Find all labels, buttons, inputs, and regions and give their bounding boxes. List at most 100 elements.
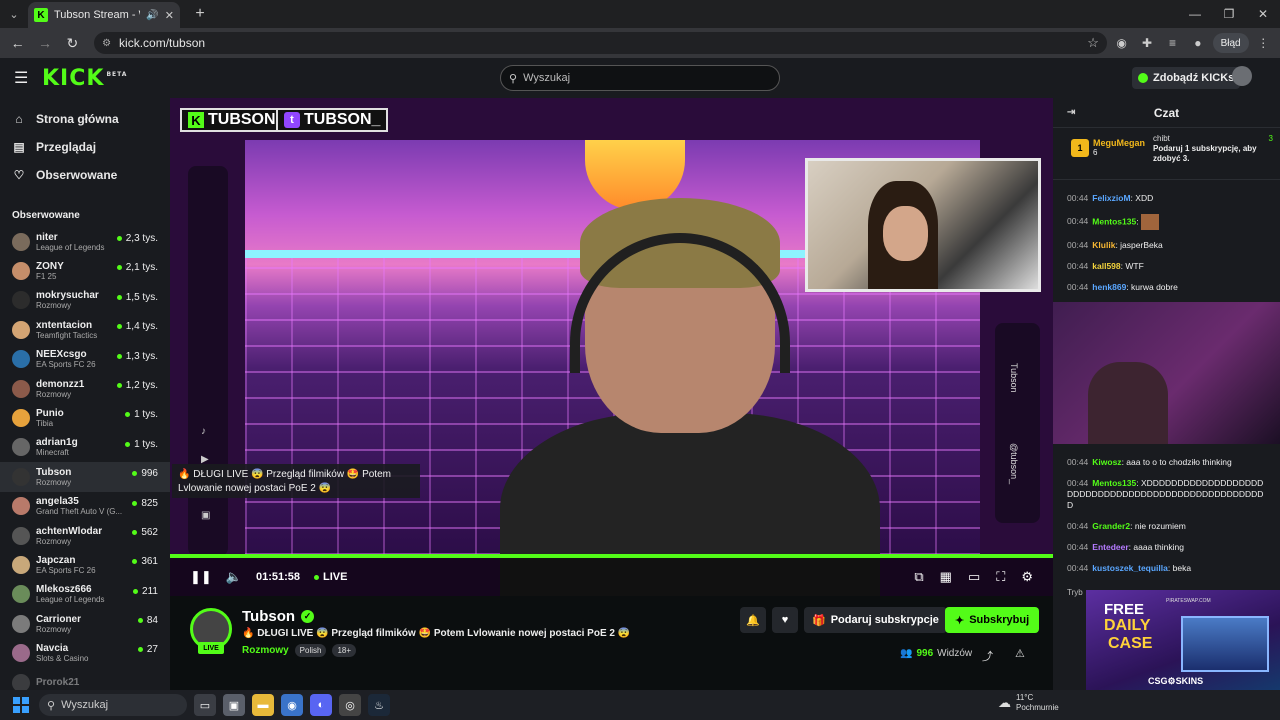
live-dot (132, 559, 138, 565)
subscribe-button[interactable]: ✦ Subskrybuj (945, 607, 1040, 633)
tag-pill[interactable]: 18+ (332, 644, 357, 657)
back-icon[interactable]: ← (6, 31, 29, 55)
new-tab-button[interactable]: + (188, 2, 212, 26)
get-kicks-button[interactable]: Zdobądź KICKs (1132, 67, 1241, 89)
settings-gear-icon[interactable]: ⚙ (1021, 569, 1033, 585)
message-user[interactable]: henk869 (1092, 282, 1126, 292)
sidebar-channel-navcia[interactable]: Navcia Slots & Casino 27 (0, 638, 170, 667)
live-dot (137, 618, 143, 624)
pause-icon[interactable]: ❚❚ (190, 569, 212, 585)
sidebar-channel-japczan[interactable]: Japczan EA Sports FC 26 361 (0, 550, 170, 579)
sidebar-item-browse[interactable]: ▤ Przeglądaj (0, 134, 170, 160)
follow-heart-icon[interactable]: ♥ (772, 607, 798, 633)
emote-icon (1140, 214, 1159, 230)
message-user[interactable]: kustoszek_tequilla (1092, 563, 1168, 573)
puzzle-icon[interactable]: ✚ (1136, 32, 1157, 54)
notification-bell-icon[interactable]: 🔔 (740, 607, 766, 633)
sidebar-channel-punio[interactable]: Punio Tibia 1 tys. (0, 403, 170, 432)
message-user[interactable]: kall598 (1092, 261, 1120, 271)
avatar (12, 438, 30, 457)
ad-site: PIRATESWAP.COM (1166, 598, 1211, 604)
extension-icon[interactable]: ◉ (1111, 32, 1132, 54)
message-user[interactable]: Mentos135 (1092, 478, 1136, 488)
ad-case-text: CASE (1108, 635, 1153, 652)
search-input[interactable] (523, 72, 754, 84)
sidebar-channel-niter[interactable]: niter League of Legends 2,3 tys. (0, 227, 170, 256)
close-icon[interactable]: ✕ (165, 9, 174, 22)
theater-mode-icon[interactable]: ▭ (968, 569, 980, 585)
sidebar-item-following[interactable]: ♡ Obserwowane (0, 162, 170, 188)
message-user[interactable]: Mentos135 (1092, 216, 1136, 226)
sidebar-channel-adrian1g[interactable]: adrian1g Minecraft 1 tys. (0, 433, 170, 462)
sidebar-channel-mlekosz666[interactable]: Mlekosz666 League of Legends 211 (0, 580, 170, 609)
sidebar-item-home[interactable]: ⌂ Strona główna (0, 106, 170, 132)
browser-tab[interactable]: K Tubson Stream - Watch Liv 🔊 ✕ (28, 2, 180, 28)
more-menu-icon[interactable]: ⋮ (1253, 32, 1274, 54)
chrome-icon[interactable]: ◉ (281, 694, 303, 716)
fullscreen-icon[interactable]: ⛶ (996, 569, 1005, 585)
tag-pill[interactable]: Polish (294, 644, 327, 657)
sidebar-channel-demonzz1[interactable]: demonzz1 Rozmowy 1,2 tys. (0, 374, 170, 403)
steam-icon[interactable]: ♨ (368, 694, 390, 716)
file-explorer-icon[interactable]: ▬ (252, 694, 274, 716)
error-button[interactable]: Błąd (1212, 33, 1249, 53)
share-icon[interactable]: ⤴ (982, 648, 993, 664)
media-control-icon[interactable]: ≡ (1162, 32, 1183, 54)
message-user[interactable]: Klulik (1092, 240, 1115, 250)
kick-logo[interactable]: KICK BETA (42, 66, 127, 91)
sidebar-channel-angela35[interactable]: angela35 Grand Theft Auto V (G... 825 (0, 492, 170, 521)
sidebar-channel-achtenwlodar[interactable]: achtenWlodar Rozmowy 562 (0, 521, 170, 550)
task-view-icon[interactable]: ▭ (194, 694, 216, 716)
discord-icon[interactable]: ◐ (310, 694, 332, 716)
windows-start-icon[interactable] (13, 697, 29, 713)
profile-icon[interactable]: ● (1187, 32, 1208, 54)
url-field[interactable]: ⚙ kick.com/tubson ☆ (94, 32, 1107, 54)
video-player[interactable]: ♪ ▶ ▭ ▣ Tubson @tubson_ K TUBSON t TUBSO… (170, 98, 1053, 596)
message-user[interactable]: Kiwosz (1092, 457, 1121, 467)
maximize-icon[interactable]: ❐ (1212, 0, 1246, 28)
app-icon[interactable]: ▣ (223, 694, 245, 716)
gift-prompt[interactable]: chibt 3 Podaruj 1 subskrypcję, aby zdoby… (1153, 134, 1273, 164)
menu-icon[interactable]: ☰ (14, 68, 36, 88)
close-window-icon[interactable]: ✕ (1246, 0, 1280, 28)
sidebar-channel-carrioner[interactable]: Carrioner Rozmowy 84 (0, 609, 170, 638)
site-info-icon[interactable]: ⚙ (102, 38, 111, 49)
message-user[interactable]: Grander2 (1092, 521, 1130, 531)
sidebar-channel-mokrysuchar[interactable]: mokrysuchar Rozmowy 1,5 tys. (0, 286, 170, 315)
message-time: 00:44 (1067, 521, 1089, 531)
ad-banner[interactable]: PIRATESWAP.COM FREE DAILY CASE CSG⚙SKINS (1086, 590, 1280, 692)
streamer-name-text: Tubson (242, 608, 296, 625)
miniplayer-icon[interactable]: ⧉ (914, 569, 923, 585)
category-link[interactable]: Rozmowy (242, 645, 289, 656)
user-avatar[interactable] (1232, 66, 1252, 86)
bookmark-star-icon[interactable]: ☆ (1087, 35, 1099, 51)
app-icon[interactable]: ◎ (339, 694, 361, 716)
channel-name: Mlekosz666 (36, 584, 92, 596)
forward-icon[interactable]: → (33, 31, 56, 55)
taskbar-search[interactable]: ⚲ Wyszukaj (39, 694, 187, 716)
collapse-chat-icon[interactable]: ⇥ (1067, 107, 1075, 118)
sidebar-channel-tubson[interactable]: Tubson Rozmowy 996 (0, 462, 170, 492)
streamer-name[interactable]: Tubson ✓ (242, 608, 315, 625)
reload-icon[interactable]: ↻ (61, 31, 84, 55)
sidebar-channel-zony[interactable]: ZONY F1 25 2,1 tys. (0, 256, 170, 285)
top-gifter[interactable]: 1 MeguMegan 6 (1071, 138, 1145, 157)
weather-widget[interactable]: ☁ 11°C Pochmurnie (998, 693, 1059, 713)
tab-search-icon[interactable]: ⌄ (0, 0, 28, 28)
channel-viewers: 996 (132, 468, 158, 479)
weather-desc: Pochmurnie (1016, 703, 1059, 712)
report-warning-icon[interactable]: ⚠ (1015, 647, 1025, 660)
minimize-icon[interactable]: — (1178, 0, 1212, 28)
message-user[interactable]: FelixzioM (1092, 193, 1130, 203)
sidebar-channel-prorok21[interactable]: Prorok21 (0, 668, 170, 690)
sidebar-channel-xntentacion[interactable]: xntentacion Teamfight Tactics 1,4 tys. (0, 315, 170, 344)
volume-icon[interactable]: 🔈 (226, 569, 242, 585)
clip-icon[interactable]: ▦ (940, 569, 952, 585)
sidebar-channel-neexcsgo[interactable]: NEEXcsgo EA Sports FC 26 1,3 tys. (0, 345, 170, 374)
message-text: aaaa thinking (1133, 542, 1184, 552)
search-box[interactable]: ⚲ (500, 65, 780, 91)
message-user[interactable]: Entedeer (1092, 542, 1128, 552)
message-time: 00:44 (1067, 563, 1089, 573)
speaker-icon[interactable]: 🔊 (146, 10, 158, 21)
gift-sub-button[interactable]: 🎁 Podaruj subskrypcje (804, 607, 947, 633)
